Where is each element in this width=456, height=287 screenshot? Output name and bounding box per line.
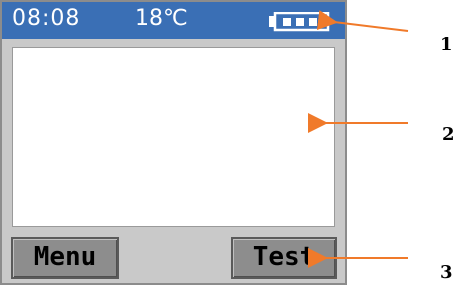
callout-label-3: 3	[440, 262, 453, 283]
callout-label-2: 2	[442, 124, 455, 145]
callout-label-1: 1	[440, 34, 453, 55]
callout-arrow-1	[316, 10, 409, 32]
callout-arrows	[308, 10, 409, 268]
